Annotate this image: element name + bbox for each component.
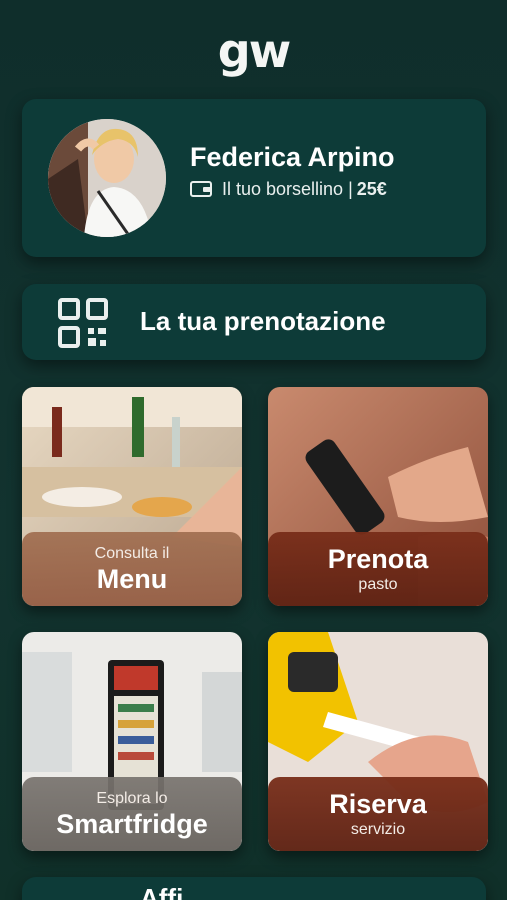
smartfridge-tile[interactable]: Esplora lo Smartfridge — [22, 632, 242, 851]
riserva-tile[interactable]: Riserva servizio — [268, 632, 488, 851]
affiliation-label: Affi — [140, 883, 184, 900]
wallet-label: Il tuo borsellino | — [222, 178, 353, 199]
prenota-caption-small: pasto — [358, 575, 398, 593]
qr-code-icon — [58, 298, 108, 348]
profile-card[interactable]: Federica Arpino Il tuo borsellino | 25€ — [22, 99, 486, 257]
avatar[interactable] — [48, 119, 166, 237]
prenota-caption: Prenota pasto — [268, 532, 488, 606]
riserva-caption-small: servizio — [350, 820, 406, 838]
wallet-row[interactable]: Il tuo borsellino | 25€ — [190, 178, 387, 200]
menu-tile[interactable]: Consulta il Menu — [22, 387, 242, 606]
app-logo: gw — [217, 24, 291, 78]
affiliation-card[interactable]: Affi — [22, 877, 486, 900]
prenota-caption-big: Prenota — [327, 543, 429, 574]
smartfridge-caption-big: Smartfridge — [56, 808, 208, 839]
booking-button[interactable]: La tua prenotazione — [22, 284, 486, 360]
riserva-caption: Riserva servizio — [268, 777, 488, 851]
menu-caption: Consulta il Menu — [22, 532, 242, 606]
home-screen: gw Federica Arpino Il tuo borsellino | 2… — [0, 0, 507, 900]
riserva-caption-big: Riserva — [329, 788, 427, 819]
menu-caption-small: Consulta il — [94, 544, 170, 562]
user-name: Federica Arpino — [190, 142, 395, 172]
smartfridge-caption: Esplora lo Smartfridge — [22, 777, 242, 851]
booking-label: La tua prenotazione — [140, 306, 386, 336]
menu-caption-big: Menu — [96, 563, 168, 594]
wallet-icon — [190, 180, 212, 198]
wallet-amount: 25€ — [356, 178, 387, 199]
smartfridge-caption-small: Esplora lo — [96, 789, 168, 807]
prenota-tile[interactable]: Prenota pasto — [268, 387, 488, 606]
